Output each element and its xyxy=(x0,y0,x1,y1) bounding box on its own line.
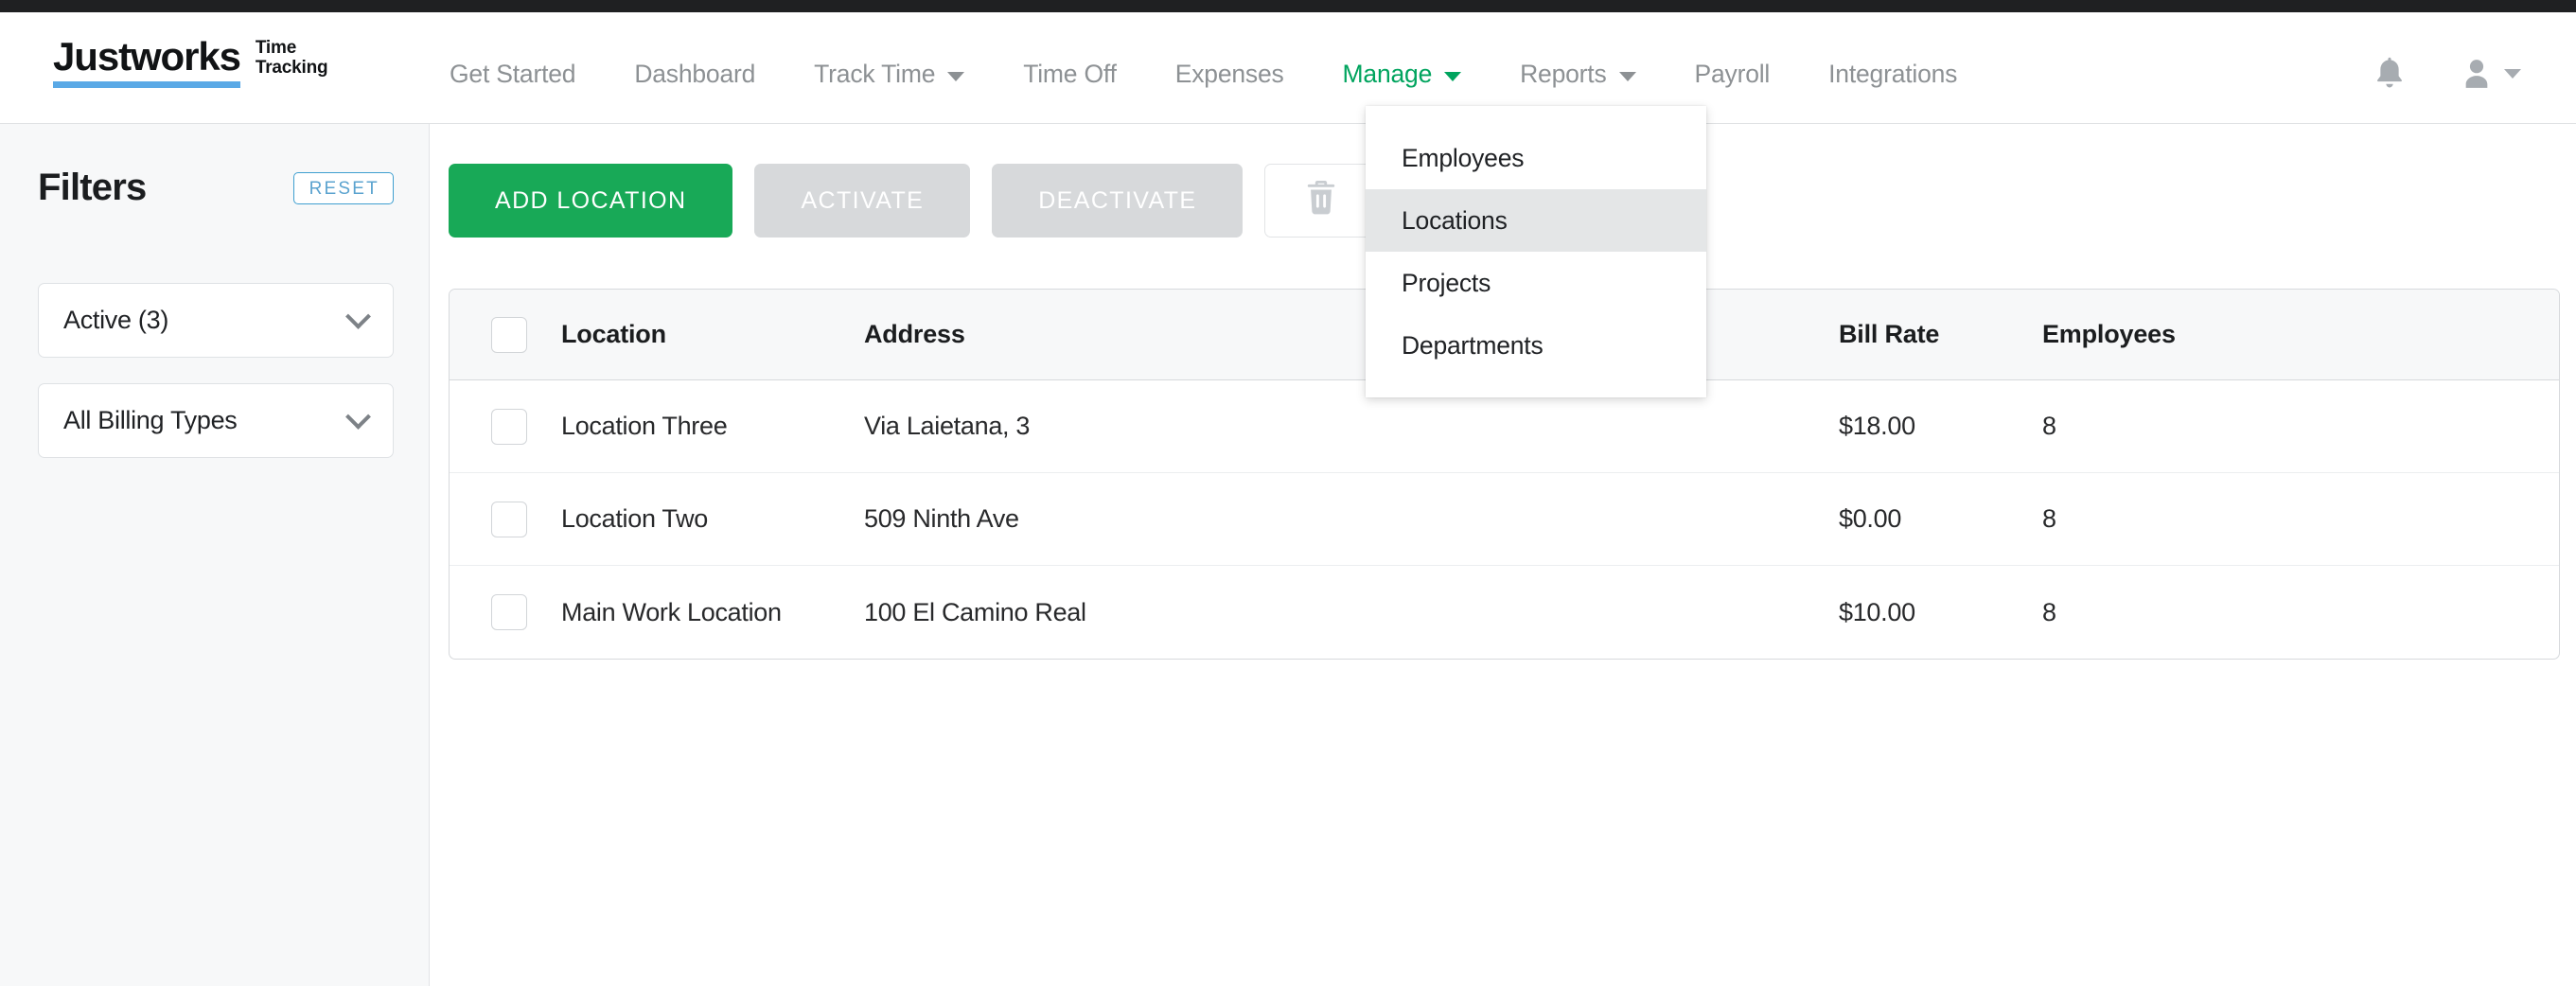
nav-label: Expenses xyxy=(1175,60,1284,89)
trash-icon xyxy=(1306,180,1336,222)
add-location-button[interactable]: ADD LOCATION xyxy=(449,164,732,238)
cell-location: Location Three xyxy=(561,412,864,441)
nav-label: Manage xyxy=(1343,60,1433,89)
column-header-location[interactable]: Location xyxy=(561,320,864,349)
dropdown-item-projects[interactable]: Projects xyxy=(1366,252,1706,314)
brand-name: Justworks xyxy=(53,37,240,88)
table-row[interactable]: Main Work Location 100 El Camino Real $1… xyxy=(450,566,2559,659)
nav-label: Time Off xyxy=(1023,60,1117,89)
nav-item-manage[interactable]: Manage xyxy=(1343,60,1462,89)
row-select-cell xyxy=(450,502,561,537)
cell-bill-rate: $18.00 xyxy=(1839,412,2042,441)
main-nav: Get Started Dashboard Track Time Time Of… xyxy=(450,60,1957,89)
nav-label: Get Started xyxy=(450,60,575,89)
locations-toolbar: ADD LOCATION ACTIVATE DEACTIVATE xyxy=(449,164,1378,238)
delete-button[interactable] xyxy=(1264,164,1378,238)
nav-item-dashboard[interactable]: Dashboard xyxy=(634,60,755,89)
cell-bill-rate: $0.00 xyxy=(1839,504,2042,534)
column-header-address[interactable]: Address xyxy=(864,320,1271,349)
user-avatar-icon xyxy=(2461,57,2493,91)
nav-item-expenses[interactable]: Expenses xyxy=(1175,60,1284,89)
row-select-cell xyxy=(450,594,561,630)
nav-item-get-started[interactable]: Get Started xyxy=(450,60,575,89)
account-menu-button[interactable] xyxy=(2461,57,2521,91)
dropdown-item-employees[interactable]: Employees xyxy=(1366,127,1706,189)
manage-dropdown-menu: Employees Locations Projects Departments xyxy=(1366,106,1706,397)
filter-billing-type-select[interactable]: All Billing Types xyxy=(38,383,394,458)
nav-label: Integrations xyxy=(1828,60,1957,89)
row-checkbox[interactable] xyxy=(491,502,527,537)
filter-billing-type-value: All Billing Types xyxy=(63,406,238,435)
filters-header: Filters RESET xyxy=(38,167,394,209)
dropdown-item-departments[interactable]: Departments xyxy=(1366,314,1706,377)
nav-item-track-time[interactable]: Track Time xyxy=(814,60,964,89)
header-actions xyxy=(2373,56,2521,92)
row-checkbox[interactable] xyxy=(491,409,527,445)
brand-logo[interactable]: Justworks Time Tracking xyxy=(53,37,360,88)
filter-status-value: Active (3) xyxy=(63,306,168,335)
nav-item-reports[interactable]: Reports xyxy=(1520,60,1635,89)
nav-item-payroll[interactable]: Payroll xyxy=(1695,60,1771,89)
cell-address: 100 El Camino Real xyxy=(864,598,1271,627)
chevron-down-icon xyxy=(345,404,371,430)
chevron-down-icon xyxy=(1444,72,1461,81)
page-title: Filters xyxy=(38,167,146,209)
brand-subtitle: Time Tracking xyxy=(256,38,360,79)
nav-label: Payroll xyxy=(1695,60,1771,89)
cell-employees: 8 xyxy=(2042,504,2269,534)
nav-item-integrations[interactable]: Integrations xyxy=(1828,60,1957,89)
app-root: Justworks Time Tracking Get Started Dash… xyxy=(0,0,2576,986)
activate-button[interactable]: ACTIVATE xyxy=(754,164,970,238)
filter-status-select[interactable]: Active (3) xyxy=(38,283,394,358)
deactivate-button[interactable]: DEACTIVATE xyxy=(992,164,1243,238)
nav-label: Track Time xyxy=(814,60,935,89)
table-row[interactable]: Location Two 509 Ninth Ave $0.00 8 xyxy=(450,473,2559,566)
column-header-bill-rate[interactable]: Bill Rate xyxy=(1839,320,2042,349)
notifications-button[interactable] xyxy=(2373,56,2406,92)
nav-label: Reports xyxy=(1520,60,1606,89)
chevron-down-icon xyxy=(947,72,964,81)
cell-location: Main Work Location xyxy=(561,598,864,627)
chevron-down-icon xyxy=(2504,69,2521,79)
app-header: Justworks Time Tracking Get Started Dash… xyxy=(0,12,2576,124)
chevron-down-icon xyxy=(345,304,371,329)
select-all-checkbox[interactable] xyxy=(491,317,527,353)
filters-sidebar: Filters RESET Active (3) All Billing Typ… xyxy=(0,124,430,986)
cell-location: Location Two xyxy=(561,504,864,534)
nav-label: Dashboard xyxy=(634,60,755,89)
row-checkbox[interactable] xyxy=(491,594,527,630)
cell-employees: 8 xyxy=(2042,412,2269,441)
cell-bill-rate: $10.00 xyxy=(1839,598,2042,627)
reset-filters-button[interactable]: RESET xyxy=(293,172,394,204)
cell-address: Via Laietana, 3 xyxy=(864,412,1271,441)
bell-icon xyxy=(2373,56,2406,92)
cell-address: 509 Ninth Ave xyxy=(864,504,1271,534)
select-all-cell xyxy=(450,317,561,353)
row-select-cell xyxy=(450,409,561,445)
nav-item-time-off[interactable]: Time Off xyxy=(1023,60,1117,89)
top-dark-strip xyxy=(0,0,2576,12)
cell-employees: 8 xyxy=(2042,598,2269,627)
chevron-down-icon xyxy=(1619,72,1636,81)
dropdown-item-locations[interactable]: Locations xyxy=(1366,189,1706,252)
column-header-employees[interactable]: Employees xyxy=(2042,320,2269,349)
